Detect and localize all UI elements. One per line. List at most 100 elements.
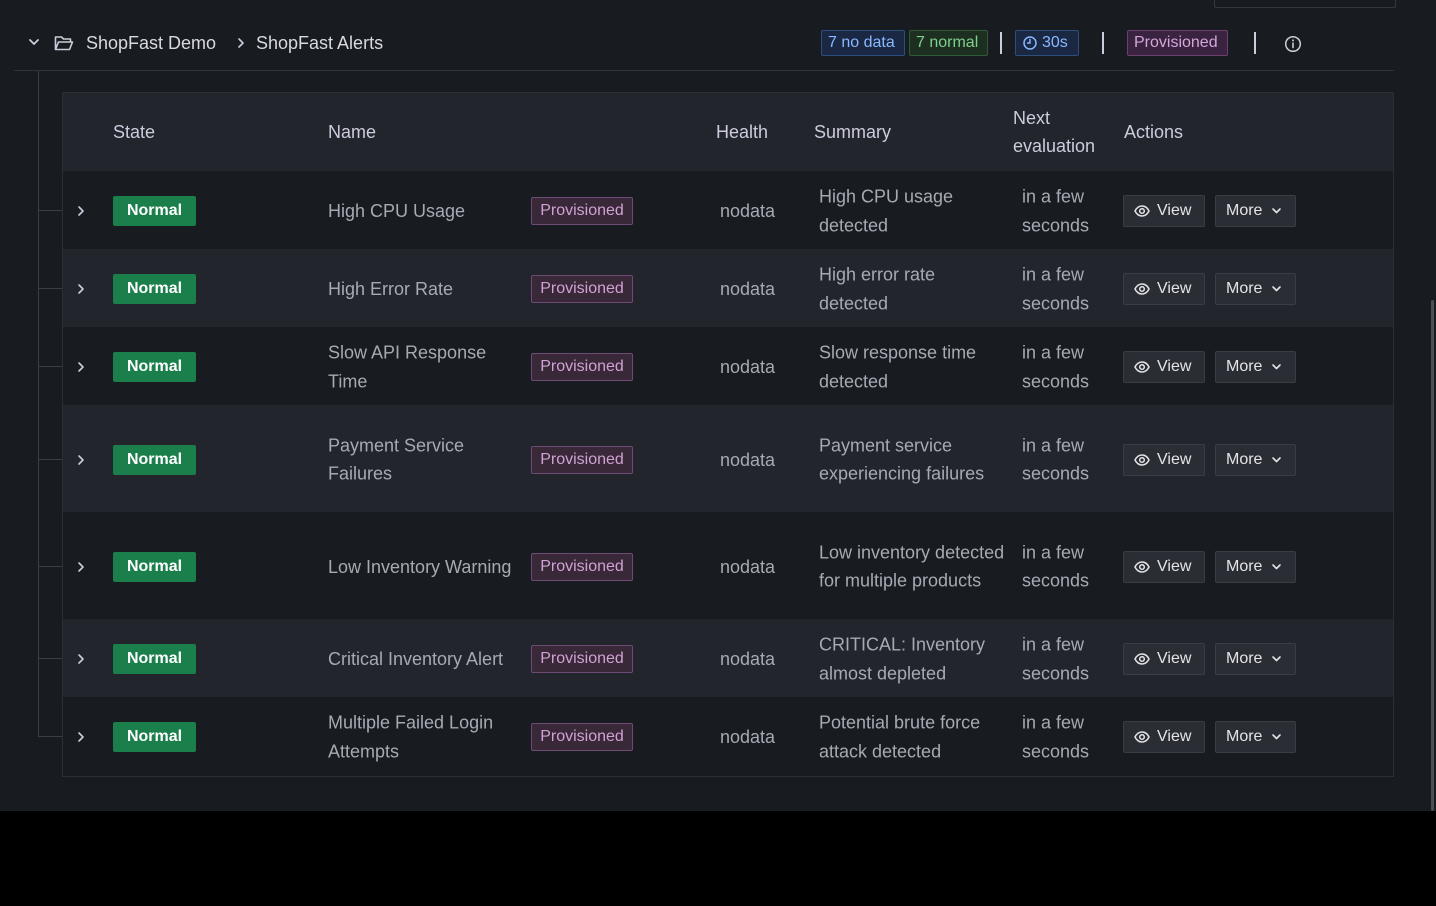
health-value: nodata (720, 278, 776, 299)
more-label: More (1226, 557, 1263, 575)
tree-branch (38, 736, 63, 737)
folder-open-icon (54, 36, 74, 51)
chevron-right-icon[interactable] (75, 561, 87, 573)
column-header-state[interactable]: State (113, 118, 155, 146)
table-row: Normal High Error Rate Provisioned nodat… (63, 249, 1393, 327)
chevron-right-icon[interactable] (75, 361, 87, 373)
nodata-count-badge: 7 no data (821, 30, 905, 56)
more-button[interactable]: More (1215, 550, 1296, 583)
more-label: More (1226, 650, 1263, 667)
provisioned-tag: Provisioned (531, 275, 633, 303)
next-evaluation-text: in a few seconds (1022, 435, 1090, 484)
summary-text: Payment service experiencing failures (819, 435, 985, 484)
health-value: nodata (720, 200, 776, 221)
tree-branch (38, 458, 63, 460)
table-row: Normal Payment Service Failures Provisio… (63, 405, 1393, 512)
rule-name[interactable]: Low Inventory Warning (328, 552, 518, 581)
chevron-down-icon (1272, 286, 1281, 292)
health-value: nodata (720, 726, 776, 747)
tree-branch (38, 366, 63, 367)
chevron-right-icon[interactable] (75, 205, 87, 217)
clock-icon (1023, 36, 1037, 50)
view-button[interactable]: View (1123, 195, 1205, 227)
more-label: More (1226, 358, 1263, 375)
chevron-right-icon[interactable] (75, 653, 87, 665)
more-label: More (1226, 728, 1263, 745)
divider (1102, 32, 1104, 54)
column-header-health[interactable]: Health (716, 118, 768, 146)
rule-name[interactable]: Critical Inventory Alert (328, 645, 518, 674)
eye-icon (1134, 560, 1150, 573)
scrollbar-thumb[interactable] (1431, 300, 1434, 811)
group-name: ShopFast Alerts (256, 33, 384, 53)
table-row: Normal Slow API Response Time Provisione… (63, 327, 1393, 405)
provisioned-badge: Provisioned (1127, 30, 1228, 56)
summary-text: Potential brute force attack detected (819, 712, 981, 762)
rule-name[interactable]: Multiple Failed Login Attempts (328, 709, 518, 766)
rule-group-header: ShopFast Demo ShopFast Alerts 7 no data … (14, 20, 1394, 71)
chevron-right-icon[interactable] (75, 283, 87, 295)
column-header-actions: Actions (1124, 122, 1184, 142)
more-label: More (1226, 202, 1263, 219)
rule-name[interactable]: Slow API Response Time (328, 339, 518, 396)
health-value: nodata (720, 648, 776, 669)
column-header-name[interactable]: Name (328, 118, 376, 146)
more-button[interactable]: More (1215, 643, 1296, 675)
chevron-right-icon[interactable] (75, 454, 87, 466)
column-header-next-evaluation[interactable]: Next evaluation (1013, 104, 1113, 160)
eye-icon (1134, 361, 1150, 373)
state-badge: Normal (113, 196, 196, 226)
table-header: State Name Health Summary Next evaluatio… (63, 93, 1393, 171)
chevron-down-icon (1272, 734, 1281, 740)
folder-name-link[interactable]: ShopFast Demo (86, 33, 216, 54)
search-input-edge[interactable] (1214, 0, 1396, 8)
more-button[interactable]: More (1215, 273, 1296, 305)
next-evaluation-text: in a few seconds (1022, 712, 1090, 762)
next-evaluation-text: in a few seconds (1022, 634, 1090, 684)
more-button[interactable]: More (1215, 351, 1296, 383)
state-badge: Normal (113, 274, 196, 304)
rule-name[interactable]: Payment Service Failures (328, 431, 518, 488)
chevron-right-icon (238, 38, 244, 48)
tree-branch (38, 210, 63, 211)
interval-label: 30s (1042, 34, 1068, 51)
chevron-down-icon[interactable] (27, 35, 41, 49)
view-label: View (1157, 280, 1192, 297)
tree-branch (38, 288, 63, 289)
view-button[interactable]: View (1123, 550, 1205, 583)
info-circle-icon[interactable] (1284, 35, 1302, 53)
rule-name[interactable]: High CPU Usage (328, 197, 518, 226)
state-badge: Normal (113, 352, 196, 382)
eye-icon (1134, 731, 1150, 743)
view-button[interactable]: View (1123, 721, 1205, 753)
eye-icon (1134, 453, 1150, 466)
state-badge: Normal (113, 444, 196, 475)
summary-text: CRITICAL: Inventory almost depleted (819, 634, 986, 684)
table-row: Normal High CPU Usage Provisioned nodata… (63, 171, 1393, 249)
evaluation-interval-badge: 30s (1015, 30, 1079, 56)
next-evaluation-text: in a few seconds (1022, 542, 1090, 591)
provisioned-tag: Provisioned (531, 645, 633, 673)
more-button[interactable]: More (1215, 721, 1296, 753)
column-header-summary[interactable]: Summary (814, 118, 891, 146)
more-button[interactable]: More (1215, 443, 1296, 476)
rule-name[interactable]: High Error Rate (328, 275, 518, 304)
view-button[interactable]: View (1123, 443, 1205, 476)
view-button[interactable]: View (1123, 273, 1205, 305)
more-label: More (1226, 280, 1263, 297)
next-evaluation-text: in a few seconds (1022, 342, 1090, 392)
alert-rules-view: ShopFast Demo ShopFast Alerts 7 no data … (0, 0, 1436, 811)
view-label: View (1157, 202, 1192, 219)
view-button[interactable]: View (1123, 351, 1205, 383)
chevron-down-icon (1272, 364, 1281, 370)
view-label: View (1157, 557, 1192, 575)
more-button[interactable]: More (1215, 195, 1296, 227)
state-badge: Normal (113, 644, 196, 674)
provisioned-tag: Provisioned (531, 723, 633, 751)
chevron-right-icon[interactable] (75, 731, 87, 743)
view-button[interactable]: View (1123, 643, 1205, 675)
chevron-down-icon (1272, 656, 1281, 662)
tree-branch (38, 658, 63, 659)
chevron-down-icon (1272, 208, 1281, 214)
provisioned-tag: Provisioned (531, 353, 633, 381)
